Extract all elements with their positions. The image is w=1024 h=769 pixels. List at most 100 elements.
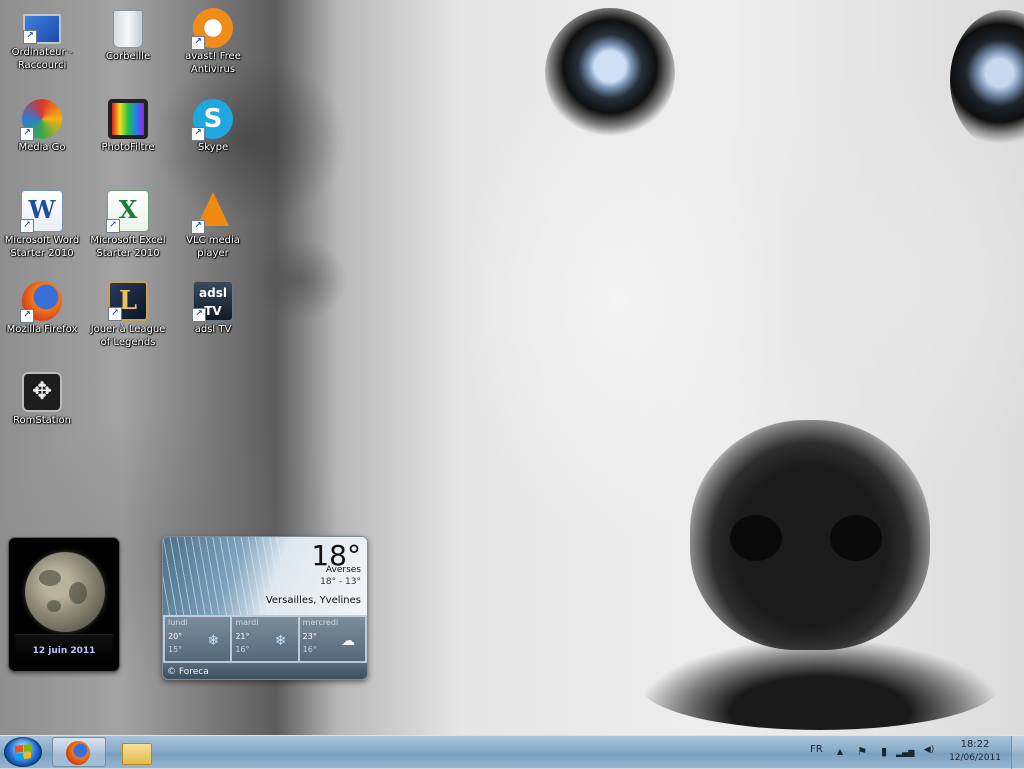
forecast-low: 15°	[168, 645, 183, 654]
high-low-temperature: 18° - 13°	[320, 577, 361, 587]
wolf-mouth	[640, 640, 1000, 730]
desktop-icon-label: Microsoft Excel Starter 2010	[90, 235, 166, 259]
volume-icon[interactable]: ◀)	[920, 745, 938, 755]
desktop-icon-label: Skype	[197, 142, 229, 153]
adsl-glyph: adsl	[199, 286, 227, 300]
rain-icon: ❄	[207, 633, 220, 649]
moon-date: 12 juin 2011	[32, 646, 96, 656]
shortcut-arrow-icon: ↗	[192, 308, 206, 322]
shortcut-arrow-icon: ↗	[191, 36, 205, 50]
action-center-flag-icon[interactable]: ⚑	[855, 745, 869, 758]
desktop-icon-label: Jouer à League of Legends	[90, 324, 166, 348]
excel-glyph: X	[118, 195, 138, 224]
language-indicator[interactable]: FR	[810, 744, 823, 755]
shortcut-arrow-icon: ↗	[20, 309, 34, 323]
firefox-icon: ↗	[20, 281, 62, 323]
desktop-icon-label: RomStation	[13, 415, 71, 426]
shortcut-arrow-icon: ↗	[191, 220, 205, 234]
wolf-nostril-right	[830, 515, 882, 561]
windows-logo-icon	[15, 744, 31, 760]
computer-icon: ↗	[23, 14, 61, 44]
moon-crater	[69, 582, 87, 604]
forecast-high: 20°	[168, 632, 183, 641]
romstation-glyph: ✥	[31, 377, 53, 405]
clock-time[interactable]: 18:22	[950, 739, 1000, 750]
taskbar: FR ▲ ⚑ ▮ ▂▄▆ ◀) 18:22 12/06/2011	[0, 735, 1024, 769]
excel-icon: X ↗	[106, 190, 149, 233]
network-signal-icon[interactable]: ▂▄▆	[896, 748, 914, 757]
desktop-icon-label: Corbeille	[105, 51, 151, 62]
desktop-icon-label: Media Go	[18, 142, 66, 153]
firefox-icon	[66, 741, 90, 765]
show-hidden-icons-arrow-icon[interactable]: ▲	[833, 747, 847, 756]
folder-icon	[122, 743, 152, 765]
shortcut-arrow-icon: ↗	[191, 127, 205, 141]
rain-icon: ❄	[274, 633, 287, 649]
clock-date[interactable]: 12/06/2011	[944, 753, 1006, 763]
cloud-icon: ☁	[340, 633, 355, 649]
forecast-day: mardi 21° 16° ❄	[232, 617, 298, 661]
forecast-low: 16°	[235, 645, 250, 654]
shortcut-arrow-icon: ↗	[23, 30, 37, 44]
weather-header: 18° Averses 18° - 13° Versailles, Yvelin…	[163, 537, 367, 615]
forecast-low: 16°	[302, 645, 317, 654]
shortcut-arrow-icon: ↗	[106, 219, 120, 233]
avast-icon: ↗	[191, 8, 233, 50]
adsl-tv-icon: adsl TV ↗	[192, 281, 233, 322]
shortcut-arrow-icon: ↗	[20, 219, 34, 233]
moon-phase-gadget[interactable]: 12 juin 2011	[9, 538, 119, 671]
desktop-icon-avast[interactable]: ↗ avast! Free Antivirus	[171, 8, 255, 76]
forecast-day-name: mardi	[235, 618, 259, 627]
taskbar-explorer-button[interactable]	[108, 737, 162, 767]
media-go-icon: ↗	[20, 99, 62, 141]
desktop-icon-word[interactable]: W ↗ Microsoft Word Starter 2010	[0, 190, 84, 260]
start-button[interactable]	[4, 737, 42, 767]
weather-gadget[interactable]: 18° Averses 18° - 13° Versailles, Yvelin…	[162, 536, 368, 680]
desktop-icon-label: VLC media player	[186, 235, 240, 259]
desktop-icon-media-go[interactable]: ↗ Media Go	[0, 99, 84, 154]
battery-icon[interactable]: ▮	[877, 745, 891, 758]
desktop-icon-label: Ordinateur - Raccourci	[11, 47, 73, 71]
moon-crater	[47, 600, 61, 612]
wolf-nostril-left	[730, 515, 782, 561]
wolf-left-eye	[545, 8, 675, 138]
desktop-icon-label: adsl TV	[194, 324, 232, 335]
forecast-high: 23°	[302, 632, 317, 641]
weather-location: Versailles, Yvelines	[265, 595, 361, 606]
forecast-day: lundi 20° 15° ❄	[165, 617, 231, 661]
desktop-icon-label: PhotoFiltre	[101, 142, 155, 153]
moon-crater	[39, 570, 61, 586]
forecast-row: lundi 20° 15° ❄ mardi 21° 16° ❄ mercredi…	[165, 617, 365, 661]
weather-credit-link[interactable]: © Foreca	[167, 667, 209, 677]
desktop-icon-adsl-tv[interactable]: adsl TV ↗ adsl TV	[171, 281, 255, 336]
moon-icon	[25, 552, 105, 632]
desktop-icon-excel[interactable]: X ↗ Microsoft Excel Starter 2010	[86, 190, 170, 260]
desktop-icon-league-of-legends[interactable]: L ↗ Jouer à League of Legends	[86, 281, 170, 349]
desktop-icon-computer[interactable]: ↗ Ordinateur - Raccourci	[0, 8, 84, 72]
forecast-high: 21°	[235, 632, 250, 641]
shortcut-arrow-icon: ↗	[108, 307, 122, 321]
desktop-icon-recycle-bin[interactable]: Corbeille	[86, 8, 170, 63]
desktop-icon-vlc[interactable]: ↗ VLC media player	[171, 190, 255, 260]
current-condition: Averses	[325, 565, 361, 575]
photofiltre-icon	[108, 99, 148, 139]
shortcut-arrow-icon: ↗	[20, 127, 34, 141]
romstation-icon: ✥	[22, 372, 62, 412]
forecast-day: mercredi 23° 16° ☁	[299, 617, 365, 661]
word-icon: W ↗	[20, 190, 63, 233]
desktop-icon-romstation[interactable]: ✥ RomStation	[0, 372, 84, 427]
desktop-icon-label: avast! Free Antivirus	[185, 51, 241, 75]
desktop-icon-label: Mozilla Firefox	[6, 324, 78, 335]
vlc-icon: ↗	[191, 192, 233, 234]
desktop-icon-firefox[interactable]: ↗ Mozilla Firefox	[0, 281, 84, 336]
show-desktop-button[interactable]	[1011, 736, 1024, 769]
wolf-right-eye	[950, 10, 1024, 150]
skype-icon: S ↗	[191, 99, 233, 141]
league-of-legends-icon: L ↗	[108, 281, 148, 321]
taskbar-firefox-button[interactable]	[52, 737, 106, 767]
forecast-day-name: lundi	[168, 618, 188, 627]
desktop-icon-skype[interactable]: S ↗ Skype	[171, 99, 255, 154]
desktop-icon-label: Microsoft Word Starter 2010	[4, 235, 80, 259]
desktop-icon-photofiltre[interactable]: PhotoFiltre	[86, 99, 170, 154]
wolf-nose	[690, 420, 930, 650]
